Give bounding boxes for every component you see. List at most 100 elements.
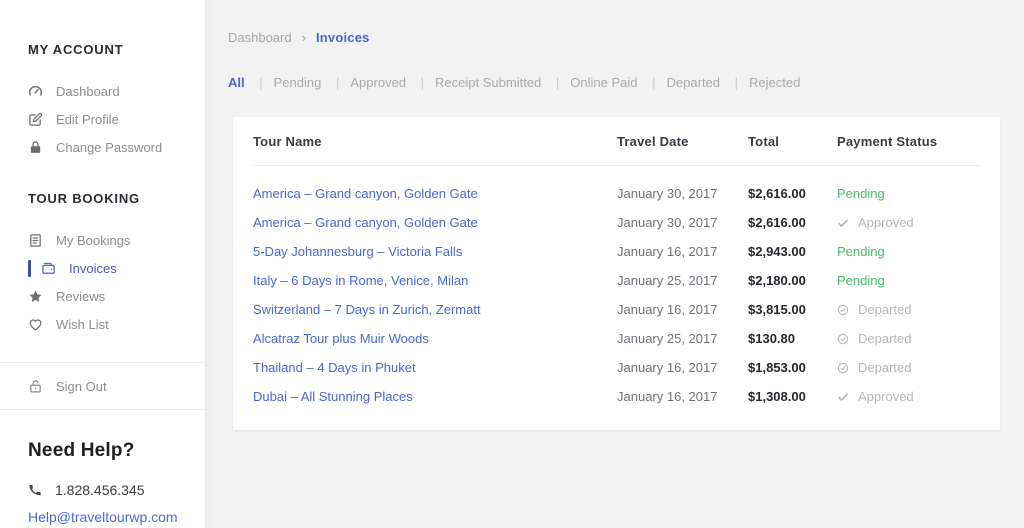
filter-tab-approved[interactable]: Approved — [350, 75, 435, 90]
total-cell: $2,616.00 — [748, 215, 837, 230]
help-phone-row: 1.828.456.345 — [28, 482, 205, 498]
tour-name-link[interactable]: Alcatraz Tour plus Muir Woods — [253, 331, 429, 346]
sidebar-item-label: Edit Profile — [56, 112, 119, 127]
tour-name-link[interactable]: America – Grand canyon, Golden Gate — [253, 215, 478, 230]
payment-status-label: Departed — [858, 360, 911, 375]
payment-status-label: Pending — [837, 244, 885, 259]
tour-name-link[interactable]: Dubai – All Stunning Places — [253, 389, 413, 404]
need-help-section: Need Help? 1.828.456.345 Help@traveltour… — [28, 440, 205, 527]
invoice-row: Thailand – 4 Days in Phuket January 16, … — [253, 353, 980, 382]
payment-status-cell: Approved — [837, 389, 980, 404]
filter-tab-all[interactable]: All — [228, 75, 274, 90]
sidebar-item-dashboard[interactable]: Dashboard — [28, 77, 205, 105]
column-total: Total — [748, 134, 837, 149]
filter-tab-label: Rejected — [749, 75, 800, 90]
check-icon — [837, 391, 849, 403]
bookings-icon — [28, 233, 43, 248]
total-cell: $2,943.00 — [748, 244, 837, 259]
sidebar-item-label: Dashboard — [56, 84, 120, 99]
tour-name-link[interactable]: Thailand – 4 Days in Phuket — [253, 360, 416, 375]
column-travel-date: Travel Date — [617, 134, 748, 149]
invoice-row: 5-Day Johannesburg – Victoria Falls Janu… — [253, 237, 980, 266]
total-cell: $2,616.00 — [748, 186, 837, 201]
payment-status-label: Approved — [858, 389, 914, 404]
payment-status-label: Approved — [858, 215, 914, 230]
payment-status-cell: Departed — [837, 331, 980, 346]
phone-icon — [28, 483, 42, 497]
sidebar-item-sign-out[interactable]: Sign Out — [28, 363, 205, 409]
column-tour-name: Tour Name — [253, 134, 617, 149]
tour-name-link[interactable]: America – Grand canyon, Golden Gate — [253, 186, 478, 201]
tour-booking-heading: TOUR BOOKING — [28, 191, 205, 206]
payment-status-label: Pending — [837, 186, 885, 201]
sidebar-item-label: My Bookings — [56, 233, 130, 248]
payment-status-cell: Pending — [837, 273, 980, 288]
sidebar-item-label: Reviews — [56, 289, 105, 304]
tour-name-link[interactable]: Switzerland – 7 Days in Zurich, Zermatt — [253, 302, 481, 317]
total-cell: $2,180.00 — [748, 273, 837, 288]
invoice-row: Dubai – All Stunning Places January 16, … — [253, 382, 980, 411]
lock-icon — [28, 140, 43, 155]
payment-status-label: Departed — [858, 331, 911, 346]
sidebar-item-invoices[interactable]: Invoices — [28, 254, 205, 282]
sidebar-item-label: Change Password — [56, 140, 162, 155]
breadcrumb: Dashboard › Invoices — [228, 30, 370, 45]
need-help-heading: Need Help? — [28, 440, 205, 462]
breadcrumb-dashboard[interactable]: Dashboard — [228, 30, 292, 45]
tour-name-link[interactable]: Italy – 6 Days in Rome, Venice, Milan — [253, 273, 468, 288]
filter-tab-pending[interactable]: Pending — [274, 75, 351, 90]
column-payment-status: Payment Status — [837, 134, 980, 149]
sidebar-item-label: Invoices — [69, 261, 117, 276]
invoices-table-body: America – Grand canyon, Golden Gate Janu… — [253, 166, 980, 411]
sidebar-divider — [0, 409, 205, 410]
total-cell: $1,853.00 — [748, 360, 837, 375]
travel-date-cell: January 25, 2017 — [617, 331, 748, 346]
wallet-icon — [41, 261, 56, 276]
sign-out-label: Sign Out — [56, 379, 107, 394]
star-icon — [28, 289, 43, 304]
payment-status-cell: Pending — [837, 186, 980, 201]
filter-tab-rejected[interactable]: Rejected — [749, 75, 800, 90]
sidebar-item-edit-profile[interactable]: Edit Profile — [28, 105, 205, 133]
travel-date-cell: January 30, 2017 — [617, 215, 748, 230]
total-cell: $1,308.00 — [748, 389, 837, 404]
filter-tab-label: Online Paid — [570, 75, 637, 90]
check-icon — [837, 217, 849, 229]
main-content: Dashboard › Invoices All Pending Approve… — [205, 0, 1024, 528]
help-phone-number: 1.828.456.345 — [55, 482, 145, 498]
invoices-card: Tour Name Travel Date Total Payment Stat… — [233, 117, 1000, 430]
filter-tab-label: All — [228, 75, 245, 90]
travel-date-cell: January 16, 2017 — [617, 302, 748, 317]
total-cell: $130.80 — [748, 331, 837, 346]
filter-tab-label: Departed — [667, 75, 720, 90]
sidebar-item-wish-list[interactable]: Wish List — [28, 310, 205, 338]
circle-check-icon — [837, 333, 849, 345]
invoice-row: Switzerland – 7 Days in Zurich, Zermatt … — [253, 295, 980, 324]
help-email-link[interactable]: Help@traveltourwp.com — [28, 509, 178, 525]
travel-date-cell: January 16, 2017 — [617, 244, 748, 259]
my-account-nav: Dashboard Edit Profile Change Password — [28, 77, 205, 161]
payment-status-label: Pending — [837, 273, 885, 288]
account-sidebar: MY ACCOUNT Dashboard Edit Profile Change… — [0, 0, 205, 528]
filter-tab-departed[interactable]: Departed — [667, 75, 750, 90]
tour-name-link[interactable]: 5-Day Johannesburg – Victoria Falls — [253, 244, 462, 259]
sidebar-item-my-bookings[interactable]: My Bookings — [28, 226, 205, 254]
status-filter-tabs: All Pending Approved Receipt Submitted O… — [228, 75, 800, 90]
payment-status-label: Departed — [858, 302, 911, 317]
invoice-row: America – Grand canyon, Golden Gate Janu… — [253, 208, 980, 237]
my-account-heading: MY ACCOUNT — [28, 42, 205, 57]
sidebar-item-label: Wish List — [56, 317, 109, 332]
travel-date-cell: January 30, 2017 — [617, 186, 748, 201]
edit-icon — [28, 112, 43, 127]
filter-tab-online-paid[interactable]: Online Paid — [570, 75, 666, 90]
chevron-right-icon: › — [302, 30, 306, 45]
filter-tab-label: Approved — [350, 75, 406, 90]
travel-date-cell: January 25, 2017 — [617, 273, 748, 288]
sidebar-item-reviews[interactable]: Reviews — [28, 282, 205, 310]
tour-booking-nav: My Bookings Invoices Reviews Wish List — [28, 226, 205, 338]
filter-tab-receipt-submitted[interactable]: Receipt Submitted — [435, 75, 570, 90]
sidebar-item-change-password[interactable]: Change Password — [28, 133, 205, 161]
travel-date-cell: January 16, 2017 — [617, 389, 748, 404]
invoices-table-header: Tour Name Travel Date Total Payment Stat… — [253, 117, 980, 166]
invoice-row: America – Grand canyon, Golden Gate Janu… — [253, 179, 980, 208]
